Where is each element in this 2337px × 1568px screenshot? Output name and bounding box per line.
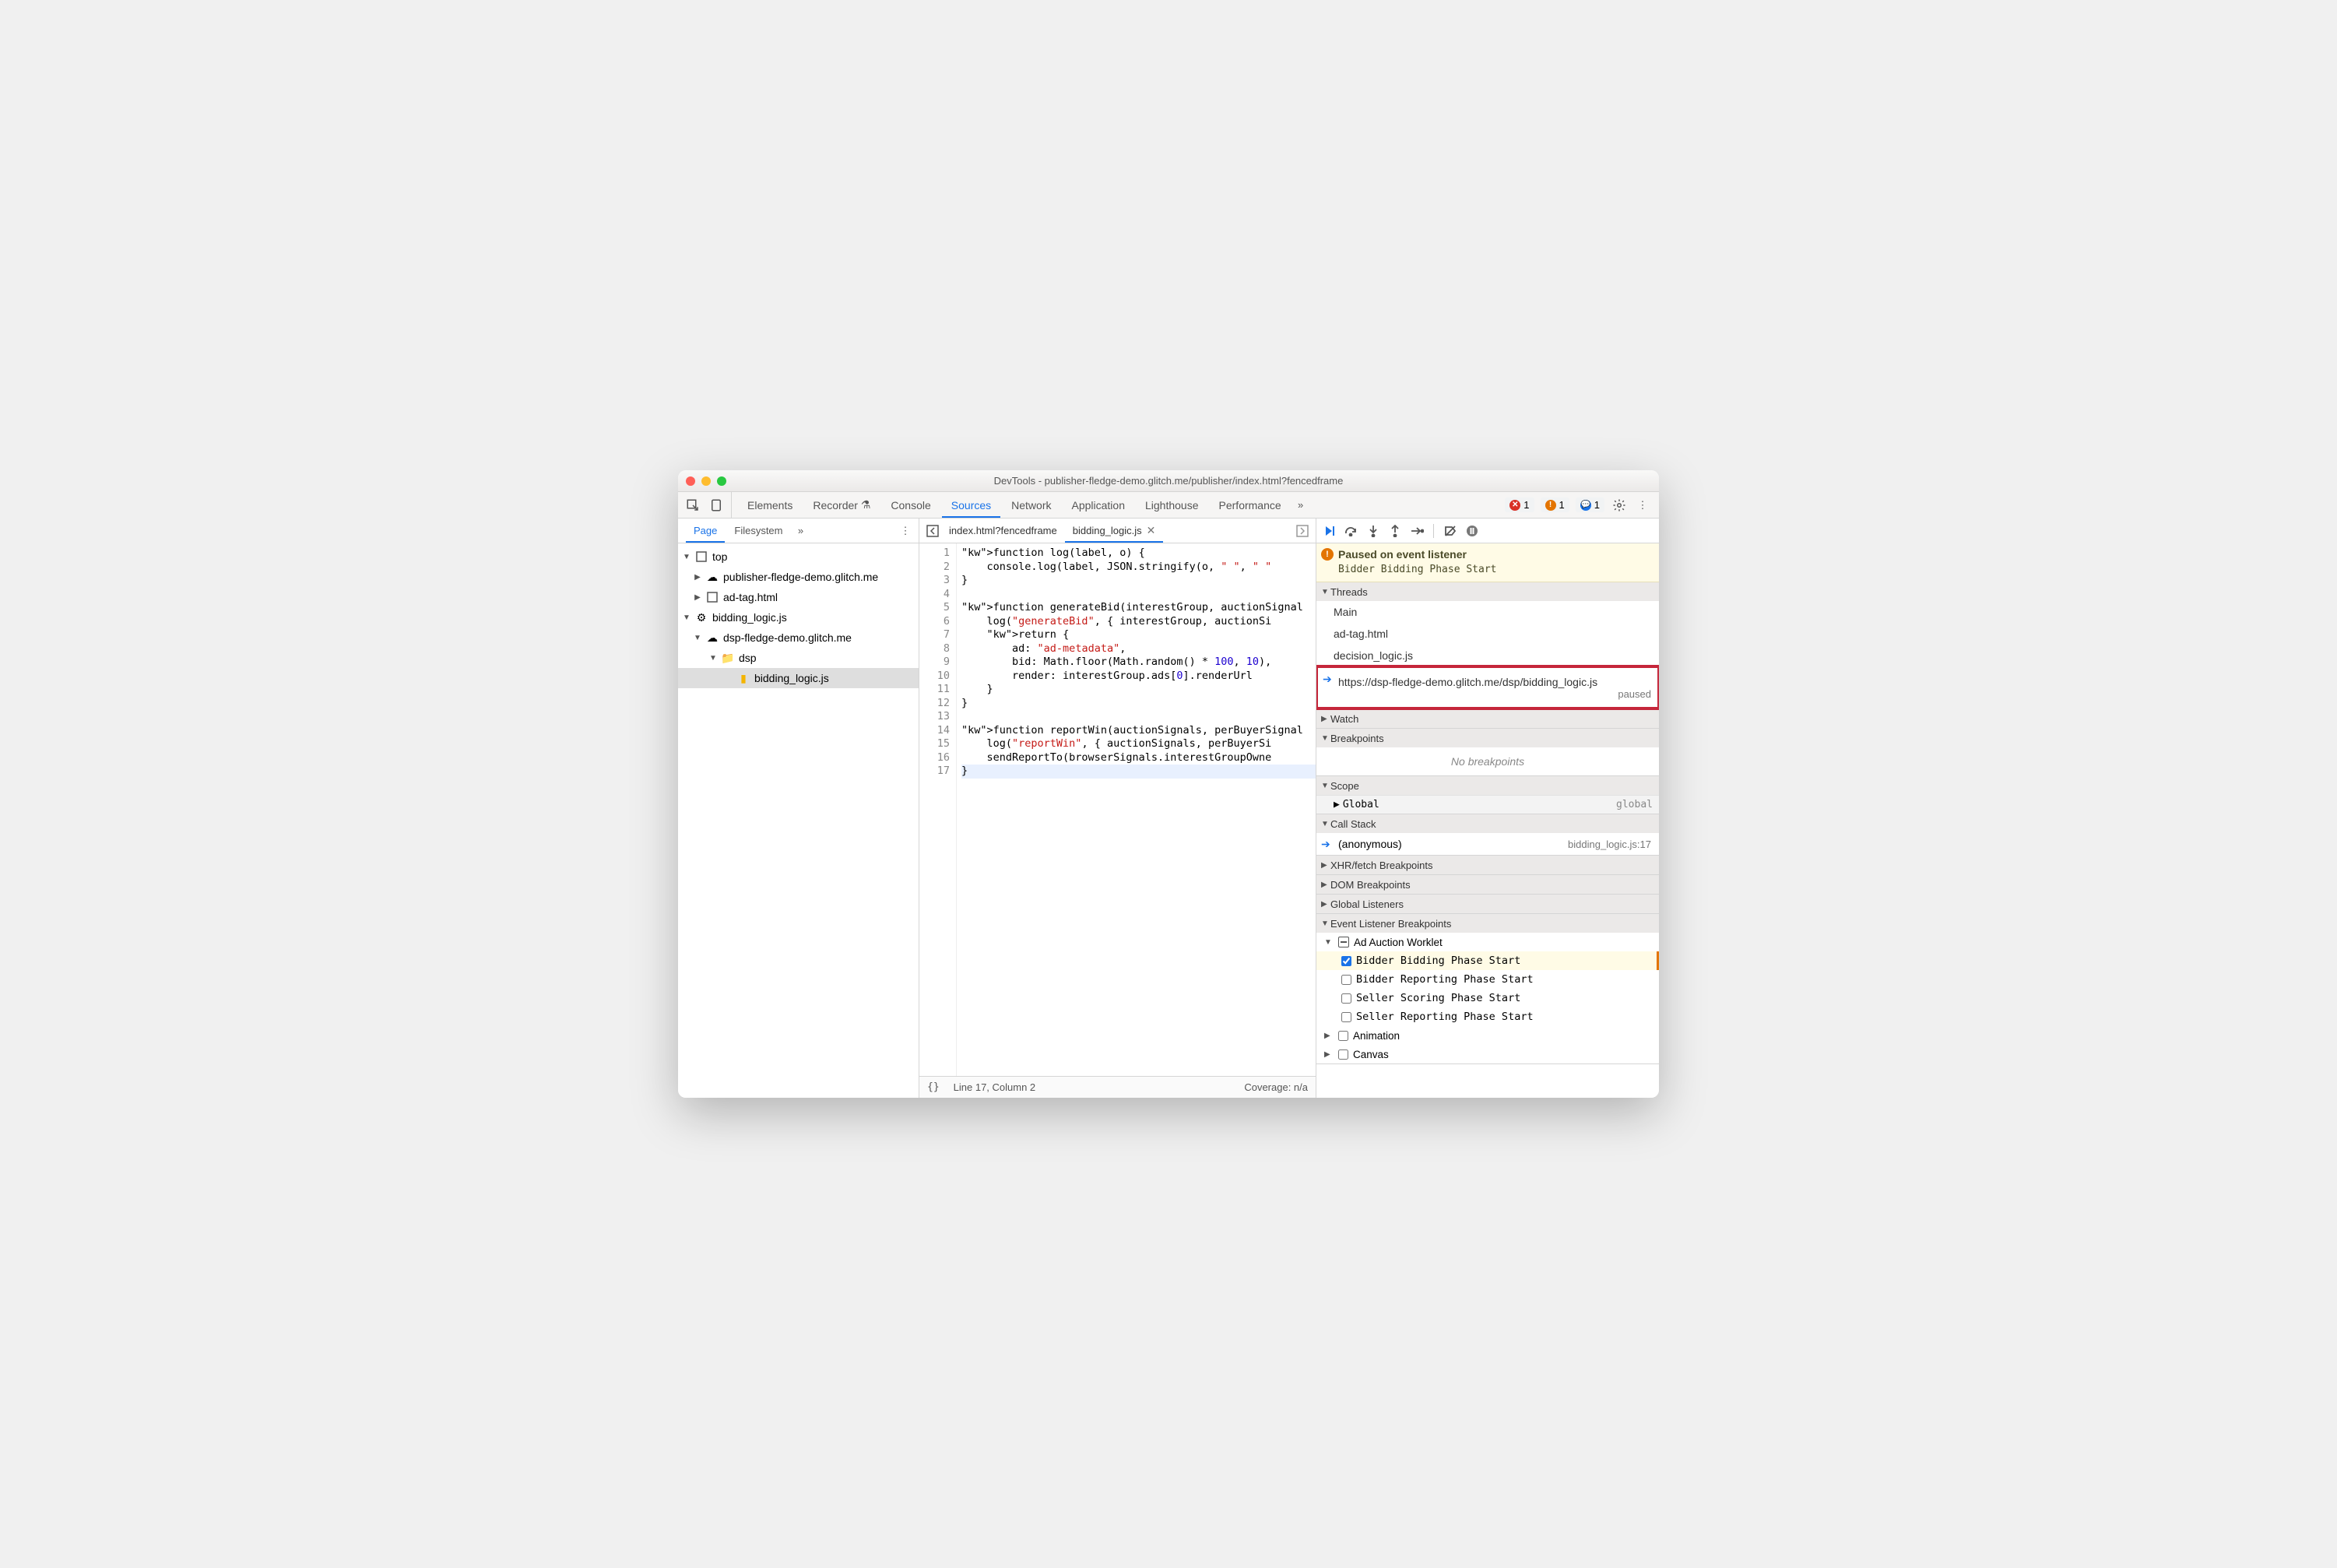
warning-count[interactable]: !1 <box>1541 497 1569 512</box>
step-out-button[interactable] <box>1386 522 1404 540</box>
paused-banner: ! Paused on event listener Bidder Biddin… <box>1316 543 1659 582</box>
paused-title: Paused on event listener <box>1338 548 1651 561</box>
nav-more-tabs-icon[interactable]: » <box>792 522 810 540</box>
tree-origin-publisher[interactable]: ▶ ☁ publisher-fledge-demo.glitch.me <box>678 567 919 587</box>
flask-icon: ⚗ <box>861 498 871 512</box>
ev-category-canvas[interactable]: ▶ Canvas <box>1316 1045 1659 1063</box>
nav-kebab-icon[interactable]: ⋮ <box>897 522 914 540</box>
section-global-listeners[interactable]: ▶Global Listeners <box>1316 895 1659 913</box>
frame-icon <box>706 591 719 603</box>
section-event-listener-breakpoints[interactable]: ▼Event Listener Breakpoints <box>1316 914 1659 933</box>
checkbox[interactable] <box>1341 975 1351 985</box>
checkbox[interactable] <box>1341 956 1351 966</box>
line-gutter[interactable]: 1234567891011121314151617 <box>919 543 957 1076</box>
coverage-status: Coverage: n/a <box>1244 1081 1308 1093</box>
section-watch[interactable]: ▶Watch <box>1316 709 1659 728</box>
ev-bidder-reporting-start[interactable]: Bidder Reporting Phase Start <box>1316 970 1659 989</box>
navigator-panel: Page Filesystem » ⋮ ▼ top ▶ ☁ publisher-… <box>678 519 919 1098</box>
warning-icon: ! <box>1321 548 1334 561</box>
settings-icon[interactable] <box>1611 497 1628 514</box>
tab-lighthouse[interactable]: Lighthouse <box>1136 492 1208 518</box>
thread-main[interactable]: Main <box>1316 601 1659 623</box>
frame-icon <box>695 550 708 563</box>
step-over-button[interactable] <box>1343 522 1360 540</box>
debugger-panel: ! Paused on event listener Bidder Biddin… <box>1316 519 1659 1098</box>
tab-network[interactable]: Network <box>1002 492 1060 518</box>
file-icon: ▮ <box>737 672 750 684</box>
section-xhr-breakpoints[interactable]: ▶XHR/fetch Breakpoints <box>1316 856 1659 874</box>
section-scope[interactable]: ▼Scope <box>1316 776 1659 795</box>
devtools-window: DevTools - publisher-fledge-demo.glitch.… <box>678 470 1659 1098</box>
tree-bidding-worklet[interactable]: ▼ ⚙ bidding_logic.js <box>678 607 919 628</box>
main-toolbar: Elements Recorder ⚗ Console Sources Netw… <box>678 492 1659 519</box>
tab-application[interactable]: Application <box>1063 492 1135 518</box>
current-frame-arrow-icon: ➔ <box>1321 838 1330 851</box>
deactivate-breakpoints-button[interactable] <box>1442 522 1459 540</box>
nav-tab-filesystem[interactable]: Filesystem <box>726 519 790 543</box>
checkbox[interactable] <box>1338 1031 1348 1041</box>
error-count[interactable]: ✕1 <box>1505 497 1534 512</box>
editor-status-bar: {} Line 17, Column 2 Coverage: n/a <box>919 1076 1316 1098</box>
gear-icon: ⚙ <box>695 611 708 624</box>
step-into-button[interactable] <box>1365 522 1382 540</box>
breakpoints-empty: No breakpoints <box>1316 747 1659 775</box>
titlebar: DevTools - publisher-fledge-demo.glitch.… <box>678 470 1659 492</box>
pause-exceptions-button[interactable] <box>1464 522 1481 540</box>
paused-reason: Bidder Bidding Phase Start <box>1338 561 1651 575</box>
inspect-element-icon[interactable] <box>684 497 701 514</box>
editor-tab-index[interactable]: index.html?fencedframe <box>941 519 1065 543</box>
file-nav-icon[interactable] <box>924 522 941 540</box>
tree-top-frame[interactable]: ▼ top <box>678 547 919 567</box>
thread-current-bidding[interactable]: ➔ https://dsp-fledge-demo.glitch.me/dsp/… <box>1316 666 1659 708</box>
step-button[interactable] <box>1408 522 1425 540</box>
ev-category-animation[interactable]: ▶ Animation <box>1316 1026 1659 1045</box>
tree-origin-dsp[interactable]: ▼ ☁ dsp-fledge-demo.glitch.me <box>678 628 919 648</box>
tree-file-bidding-logic[interactable]: ▮ bidding_logic.js <box>678 668 919 688</box>
window-title: DevTools - publisher-fledge-demo.glitch.… <box>678 475 1659 487</box>
tab-console[interactable]: Console <box>881 492 940 518</box>
current-thread-arrow-icon: ➔ <box>1323 673 1332 686</box>
checkbox[interactable] <box>1341 1012 1351 1022</box>
checkbox-mixed-icon[interactable] <box>1338 937 1349 947</box>
cloud-icon: ☁ <box>706 631 719 644</box>
tab-performance[interactable]: Performance <box>1210 492 1291 518</box>
section-threads[interactable]: ▼Threads <box>1316 582 1659 601</box>
cloud-icon: ☁ <box>706 571 719 583</box>
ev-seller-scoring-start[interactable]: Seller Scoring Phase Start <box>1316 989 1659 1007</box>
format-icon[interactable]: {} <box>927 1081 940 1093</box>
cursor-position: Line 17, Column 2 <box>954 1081 1036 1093</box>
callstack-frame-0[interactable]: ➔ (anonymous) bidding_logic.js:17 <box>1316 833 1659 855</box>
close-tab-icon[interactable]: ✕ <box>1147 524 1156 537</box>
checkbox[interactable] <box>1338 1049 1348 1060</box>
editor-panel: index.html?fencedframe bidding_logic.js✕… <box>919 519 1316 1098</box>
folder-icon: 📁 <box>722 652 734 664</box>
code-content[interactable]: "kw">function log(label, o) { console.lo… <box>957 543 1316 1076</box>
tab-elements[interactable]: Elements <box>738 492 802 518</box>
nav-tab-page[interactable]: Page <box>686 519 725 543</box>
ev-seller-reporting-start[interactable]: Seller Reporting Phase Start <box>1316 1007 1659 1026</box>
kebab-menu-icon[interactable]: ⋮ <box>1634 497 1651 514</box>
more-tabs-icon[interactable]: » <box>1292 497 1309 514</box>
section-callstack[interactable]: ▼Call Stack <box>1316 814 1659 833</box>
run-snippet-icon[interactable] <box>1294 522 1311 540</box>
ev-bidder-bidding-start[interactable]: Bidder Bidding Phase Start <box>1316 951 1659 970</box>
tab-recorder[interactable]: Recorder ⚗ <box>803 492 880 518</box>
issues-count[interactable]: 💬1 <box>1576 497 1604 512</box>
device-toolbar-icon[interactable] <box>708 497 725 514</box>
thread-adtag[interactable]: ad-tag.html <box>1316 623 1659 645</box>
scope-global[interactable]: ▶Global global <box>1316 795 1659 814</box>
tab-sources[interactable]: Sources <box>942 492 1000 518</box>
resume-button[interactable] <box>1321 522 1338 540</box>
ev-category-ad-auction[interactable]: ▼ Ad Auction Worklet <box>1316 933 1659 951</box>
tree-adtag-frame[interactable]: ▶ ad-tag.html <box>678 587 919 607</box>
section-breakpoints[interactable]: ▼Breakpoints <box>1316 729 1659 747</box>
tree-folder-dsp[interactable]: ▼ 📁 dsp <box>678 648 919 668</box>
section-dom-breakpoints[interactable]: ▶DOM Breakpoints <box>1316 875 1659 894</box>
thread-decision[interactable]: decision_logic.js <box>1316 645 1659 666</box>
checkbox[interactable] <box>1341 993 1351 1004</box>
file-tree: ▼ top ▶ ☁ publisher-fledge-demo.glitch.m… <box>678 543 919 1098</box>
editor-tab-bidding[interactable]: bidding_logic.js✕ <box>1065 519 1164 543</box>
